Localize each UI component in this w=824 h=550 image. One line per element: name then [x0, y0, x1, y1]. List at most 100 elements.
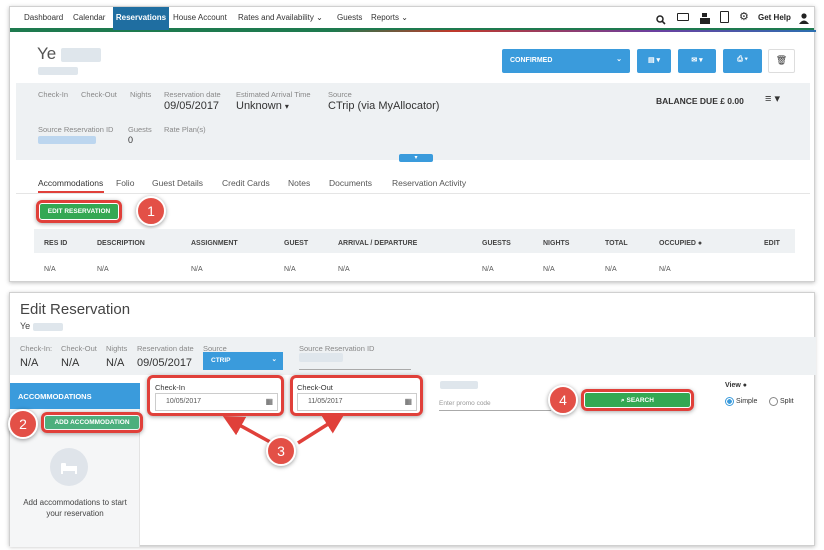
tab-credit-cards[interactable]: Credit Cards — [222, 178, 270, 188]
edit-res-date-value: 09/05/2017 — [137, 357, 193, 369]
document-icon[interactable] — [720, 11, 729, 23]
tab-folio[interactable]: Folio — [116, 178, 134, 188]
edit-res-date-label: Reservation date — [137, 344, 194, 353]
nights-label: Nights — [130, 90, 152, 99]
cell-guests: N/A — [482, 266, 494, 273]
print-action-button[interactable]: ⎙ ▾ — [723, 49, 762, 73]
guest-subline-redacted — [38, 67, 78, 75]
col-occupied: OCCUPIED ● — [659, 240, 703, 247]
guests-value: 0 — [128, 135, 134, 145]
chevron-down-icon: ⌄ — [271, 356, 277, 363]
delete-button[interactable]: 🗑 — [768, 49, 795, 73]
nav-rates[interactable]: Rates and Availability ⌄ — [238, 13, 323, 22]
email-action-button[interactable]: ✉ ▾ — [678, 49, 716, 73]
eta-label: Estimated Arrival Time — [236, 90, 311, 99]
reservation-panel: Dashboard Calendar Reservations House Ac… — [9, 6, 816, 282]
search-button[interactable]: ⌕ SEARCH — [585, 393, 690, 407]
get-help-link[interactable]: Get Help — [758, 13, 791, 22]
user-icon[interactable] — [799, 11, 809, 24]
nav-house-account[interactable]: House Account — [173, 13, 227, 22]
callout-4: 4 — [548, 385, 578, 415]
nav-guests[interactable]: Guests — [337, 13, 362, 22]
tab-notes[interactable]: Notes — [288, 178, 310, 188]
callout-1: 1 — [136, 196, 166, 226]
card-icon[interactable] — [677, 13, 689, 21]
edit-checkout-label: Check-Out — [61, 344, 97, 353]
nav-dashboard[interactable]: Dashboard — [24, 13, 63, 22]
tab-documents[interactable]: Documents — [329, 178, 372, 188]
cell-total: N/A — [605, 266, 617, 273]
cell-arrival-departure: N/A — [338, 266, 350, 273]
document-action-button[interactable]: ▤ ▾ — [637, 49, 671, 73]
edit-checkin-label: Check-In: — [20, 344, 53, 353]
col-res-id: RES ID — [44, 240, 68, 247]
view-split-label: Split — [780, 398, 794, 405]
edit-info-strip — [10, 337, 816, 375]
view-split-radio[interactable] — [769, 397, 778, 406]
promo-code-input[interactable]: Enter promo code — [439, 395, 551, 411]
chevron-down-icon: ⌄ — [316, 13, 323, 22]
nav-reports[interactable]: Reports ⌄ — [371, 13, 408, 22]
edit-source-select[interactable]: CTRIP ⌄ — [203, 352, 283, 370]
tab-divider — [16, 193, 810, 194]
col-edit: EDIT — [764, 240, 780, 247]
col-guest: GUEST — [284, 240, 309, 247]
edit-checkin-value: N/A — [20, 357, 39, 369]
view-simple-radio[interactable] — [725, 397, 734, 406]
edit-reservation-button[interactable]: EDIT RESERVATION — [40, 204, 118, 219]
cell-guest: N/A — [284, 266, 296, 273]
nav-calendar[interactable]: Calendar — [73, 13, 105, 22]
callout-3: 3 — [266, 436, 296, 466]
nav-reservations[interactable]: Reservations — [113, 7, 169, 31]
empty-accommodations-text: Add accommodations to start your reserva… — [23, 498, 127, 518]
calendar-icon[interactable]: ▦ — [404, 397, 412, 406]
callout-2: 2 — [8, 409, 38, 439]
col-description: DESCRIPTION — [97, 240, 145, 247]
edit-guest-name-redacted — [32, 322, 63, 331]
col-total: TOTAL — [605, 240, 628, 247]
rate-plans-label: Rate Plan(s) — [164, 125, 206, 134]
view-label: View ● — [725, 382, 748, 389]
search-icon[interactable] — [656, 12, 666, 25]
bed-icon — [50, 448, 88, 486]
menu-icon[interactable]: ≡ ▾ — [765, 92, 780, 105]
top-nav: Dashboard Calendar Reservations House Ac… — [10, 7, 814, 31]
cell-occupied: N/A — [659, 266, 671, 273]
expand-toggle[interactable]: ▾ — [399, 154, 433, 162]
guests-label: Guests — [128, 125, 152, 134]
help-icon: ● — [697, 240, 703, 247]
chevron-down-icon: ⌄ — [401, 13, 408, 22]
res-date-label: Reservation date — [164, 90, 221, 99]
balance-due: BALANCE DUE £ 0.00 — [656, 96, 744, 106]
source-value: CTrip (via MyAllocator) — [328, 100, 440, 112]
search-icon: ⌕ — [621, 397, 625, 404]
source-res-id-label: Source Reservation ID — [38, 125, 114, 134]
cell-nights: N/A — [543, 266, 555, 273]
edit-source-res-id-input[interactable] — [299, 369, 411, 370]
chevron-down-icon: ▾ — [284, 102, 289, 111]
edit-source-res-id-redacted — [299, 353, 343, 362]
promo-label-redacted — [440, 381, 478, 389]
checkout-label: Check-Out — [81, 90, 117, 99]
edit-source-res-id-label: Source Reservation ID — [299, 344, 375, 353]
help-icon: ● — [742, 382, 748, 389]
guest-name-redacted — [60, 47, 101, 62]
cell-res-id: N/A — [44, 266, 56, 273]
tab-reservation-activity[interactable]: Reservation Activity — [392, 178, 466, 188]
edit-checkout-value: N/A — [61, 357, 80, 369]
chevron-down-icon: ⌄ — [616, 56, 622, 63]
cash-register-icon[interactable] — [700, 11, 710, 24]
cell-assignment: N/A — [191, 266, 203, 273]
col-guests: GUESTS — [482, 240, 511, 247]
view-simple-label: Simple — [736, 398, 758, 405]
nav-reports-label: Reports — [371, 13, 400, 22]
nav-color-stripe — [10, 30, 816, 32]
add-accommodation-button[interactable]: ADD ACCOMMODATION — [45, 416, 139, 429]
tab-accommodations[interactable]: Accommodations — [38, 178, 103, 188]
tab-guest-details[interactable]: Guest Details — [152, 178, 203, 188]
gear-icon[interactable]: ⚙ — [739, 10, 749, 23]
edit-guest-name: Ye — [20, 321, 63, 331]
eta-dropdown[interactable]: Unknown ▾ — [236, 100, 289, 112]
guest-name: Ye — [37, 44, 101, 64]
status-dropdown[interactable]: CONFIRMED ⌄ — [502, 49, 630, 73]
